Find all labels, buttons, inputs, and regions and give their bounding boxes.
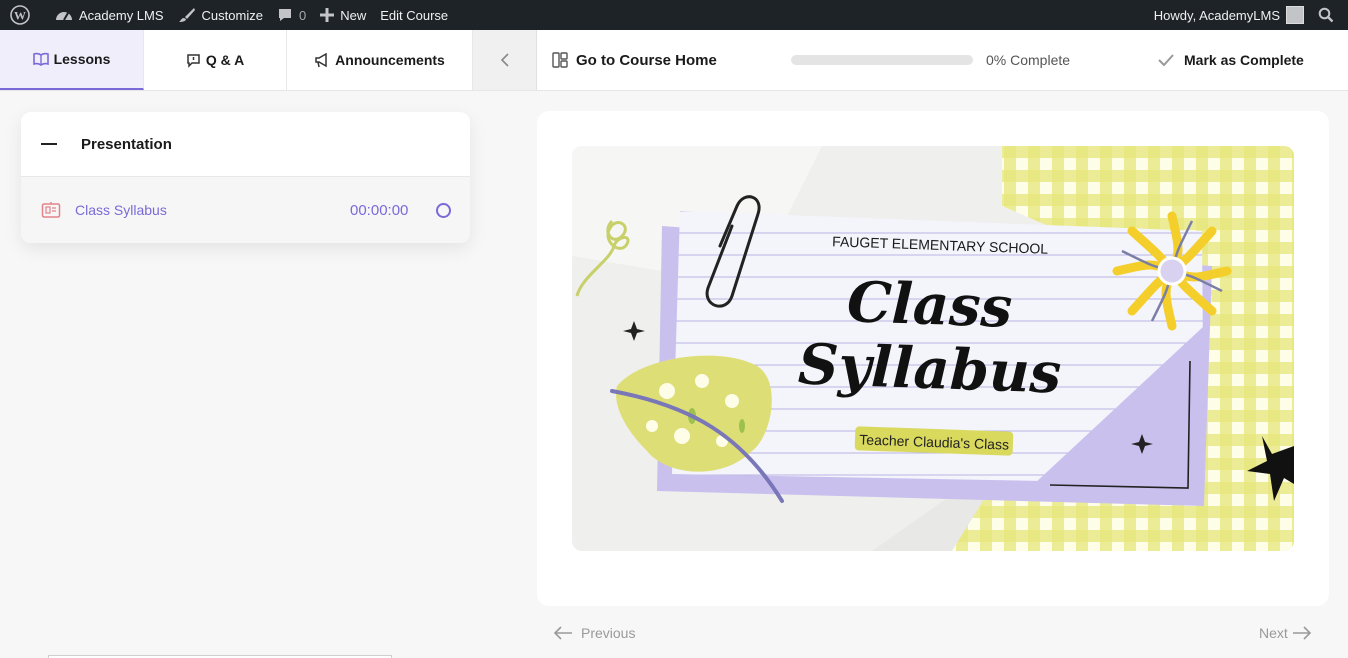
course-progress-bar [791, 55, 973, 65]
slide-graphic: FAUGET ELEMENTARY SCHOOL Class Syllabus … [572, 146, 1294, 551]
course-header: Lessons Q & A Announcements Go to Course… [0, 30, 1348, 91]
dashboard-icon [56, 12, 72, 21]
megaphone-icon [315, 52, 327, 67]
go-to-course-home-link[interactable]: Go to Course Home [552, 30, 717, 90]
brush-icon [178, 8, 195, 22]
topic-title: Presentation [81, 135, 172, 153]
wordpress-icon: W [10, 5, 30, 25]
comments-count: 0 [298, 7, 307, 23]
admin-bar-secondary: Howdy, AcademyLMS [1147, 0, 1348, 30]
collapse-sidebar-button[interactable] [473, 30, 537, 90]
customize-link[interactable]: Customize [171, 0, 270, 30]
arrow-right-icon [1292, 626, 1311, 640]
search-icon [1318, 7, 1334, 23]
lesson-status-circle-icon[interactable] [436, 203, 451, 218]
tab-lessons[interactable]: Lessons [0, 30, 144, 90]
slide-title-line1: Class [846, 269, 1013, 341]
arrow-left-icon [553, 626, 572, 640]
customize-label: Customize [201, 7, 263, 23]
lesson-content-card: FAUGET ELEMENTARY SCHOOL Class Syllabus … [537, 111, 1329, 606]
topic-header[interactable]: Presentation [21, 112, 470, 177]
layout-grid-icon [552, 52, 568, 68]
topic-accordion: Presentation Class Syllabus 00:00:00 [21, 112, 470, 243]
tab-announcements[interactable]: Announcements [287, 30, 473, 90]
tab-announcements-label: Announcements [335, 52, 445, 68]
collapse-minus-icon[interactable] [41, 143, 57, 145]
check-icon [1158, 54, 1174, 66]
edit-course-label: Edit Course [380, 7, 449, 23]
avatar [1286, 6, 1304, 24]
qa-icon [187, 53, 200, 68]
edit-course-link[interactable]: Edit Course [373, 0, 455, 30]
lesson-title: Class Syllabus [75, 202, 167, 218]
mark-as-complete-label: Mark as Complete [1184, 52, 1304, 68]
book-icon [32, 52, 49, 66]
admin-bar: W Academy LMS Customize 0 New Edit Cours… [0, 0, 1348, 30]
go-to-course-home-label: Go to Course Home [576, 51, 717, 69]
tab-qa-label: Q & A [205, 52, 245, 68]
lesson-duration: 00:00:00 [350, 201, 409, 219]
course-progress-text: 0% Complete [986, 52, 1071, 68]
chevron-left-icon [500, 53, 509, 67]
site-name-link[interactable]: Academy LMS [48, 0, 171, 30]
comments-link[interactable]: 0 [270, 0, 313, 30]
tab-lessons-label: Lessons [53, 51, 111, 67]
svg-text:W: W [14, 9, 26, 23]
presentation-icon [41, 201, 61, 219]
admin-search-button[interactable] [1311, 0, 1348, 30]
plus-icon [320, 8, 335, 22]
new-content-link[interactable]: New [313, 0, 373, 30]
site-name-label: Academy LMS [79, 7, 164, 23]
previous-lesson-button[interactable]: Previous [553, 625, 635, 641]
slide-title-line2: Syllabus [797, 331, 1062, 406]
lesson-item[interactable]: Class Syllabus 00:00:00 [21, 177, 470, 243]
presentation-slide: FAUGET ELEMENTARY SCHOOL Class Syllabus … [572, 146, 1294, 551]
next-label: Next [1259, 625, 1288, 641]
howdy-label: Howdy, AcademyLMS [1153, 7, 1280, 23]
wordpress-logo-button[interactable]: W [0, 0, 48, 30]
my-account-link[interactable]: Howdy, AcademyLMS [1147, 0, 1311, 30]
next-lesson-button[interactable]: Next [1259, 625, 1312, 641]
comment-icon [278, 9, 291, 21]
tab-qa[interactable]: Q & A [144, 30, 287, 90]
previous-label: Previous [581, 625, 636, 641]
mark-as-complete-button[interactable]: Mark as Complete [1158, 30, 1304, 90]
new-label: New [340, 7, 367, 23]
